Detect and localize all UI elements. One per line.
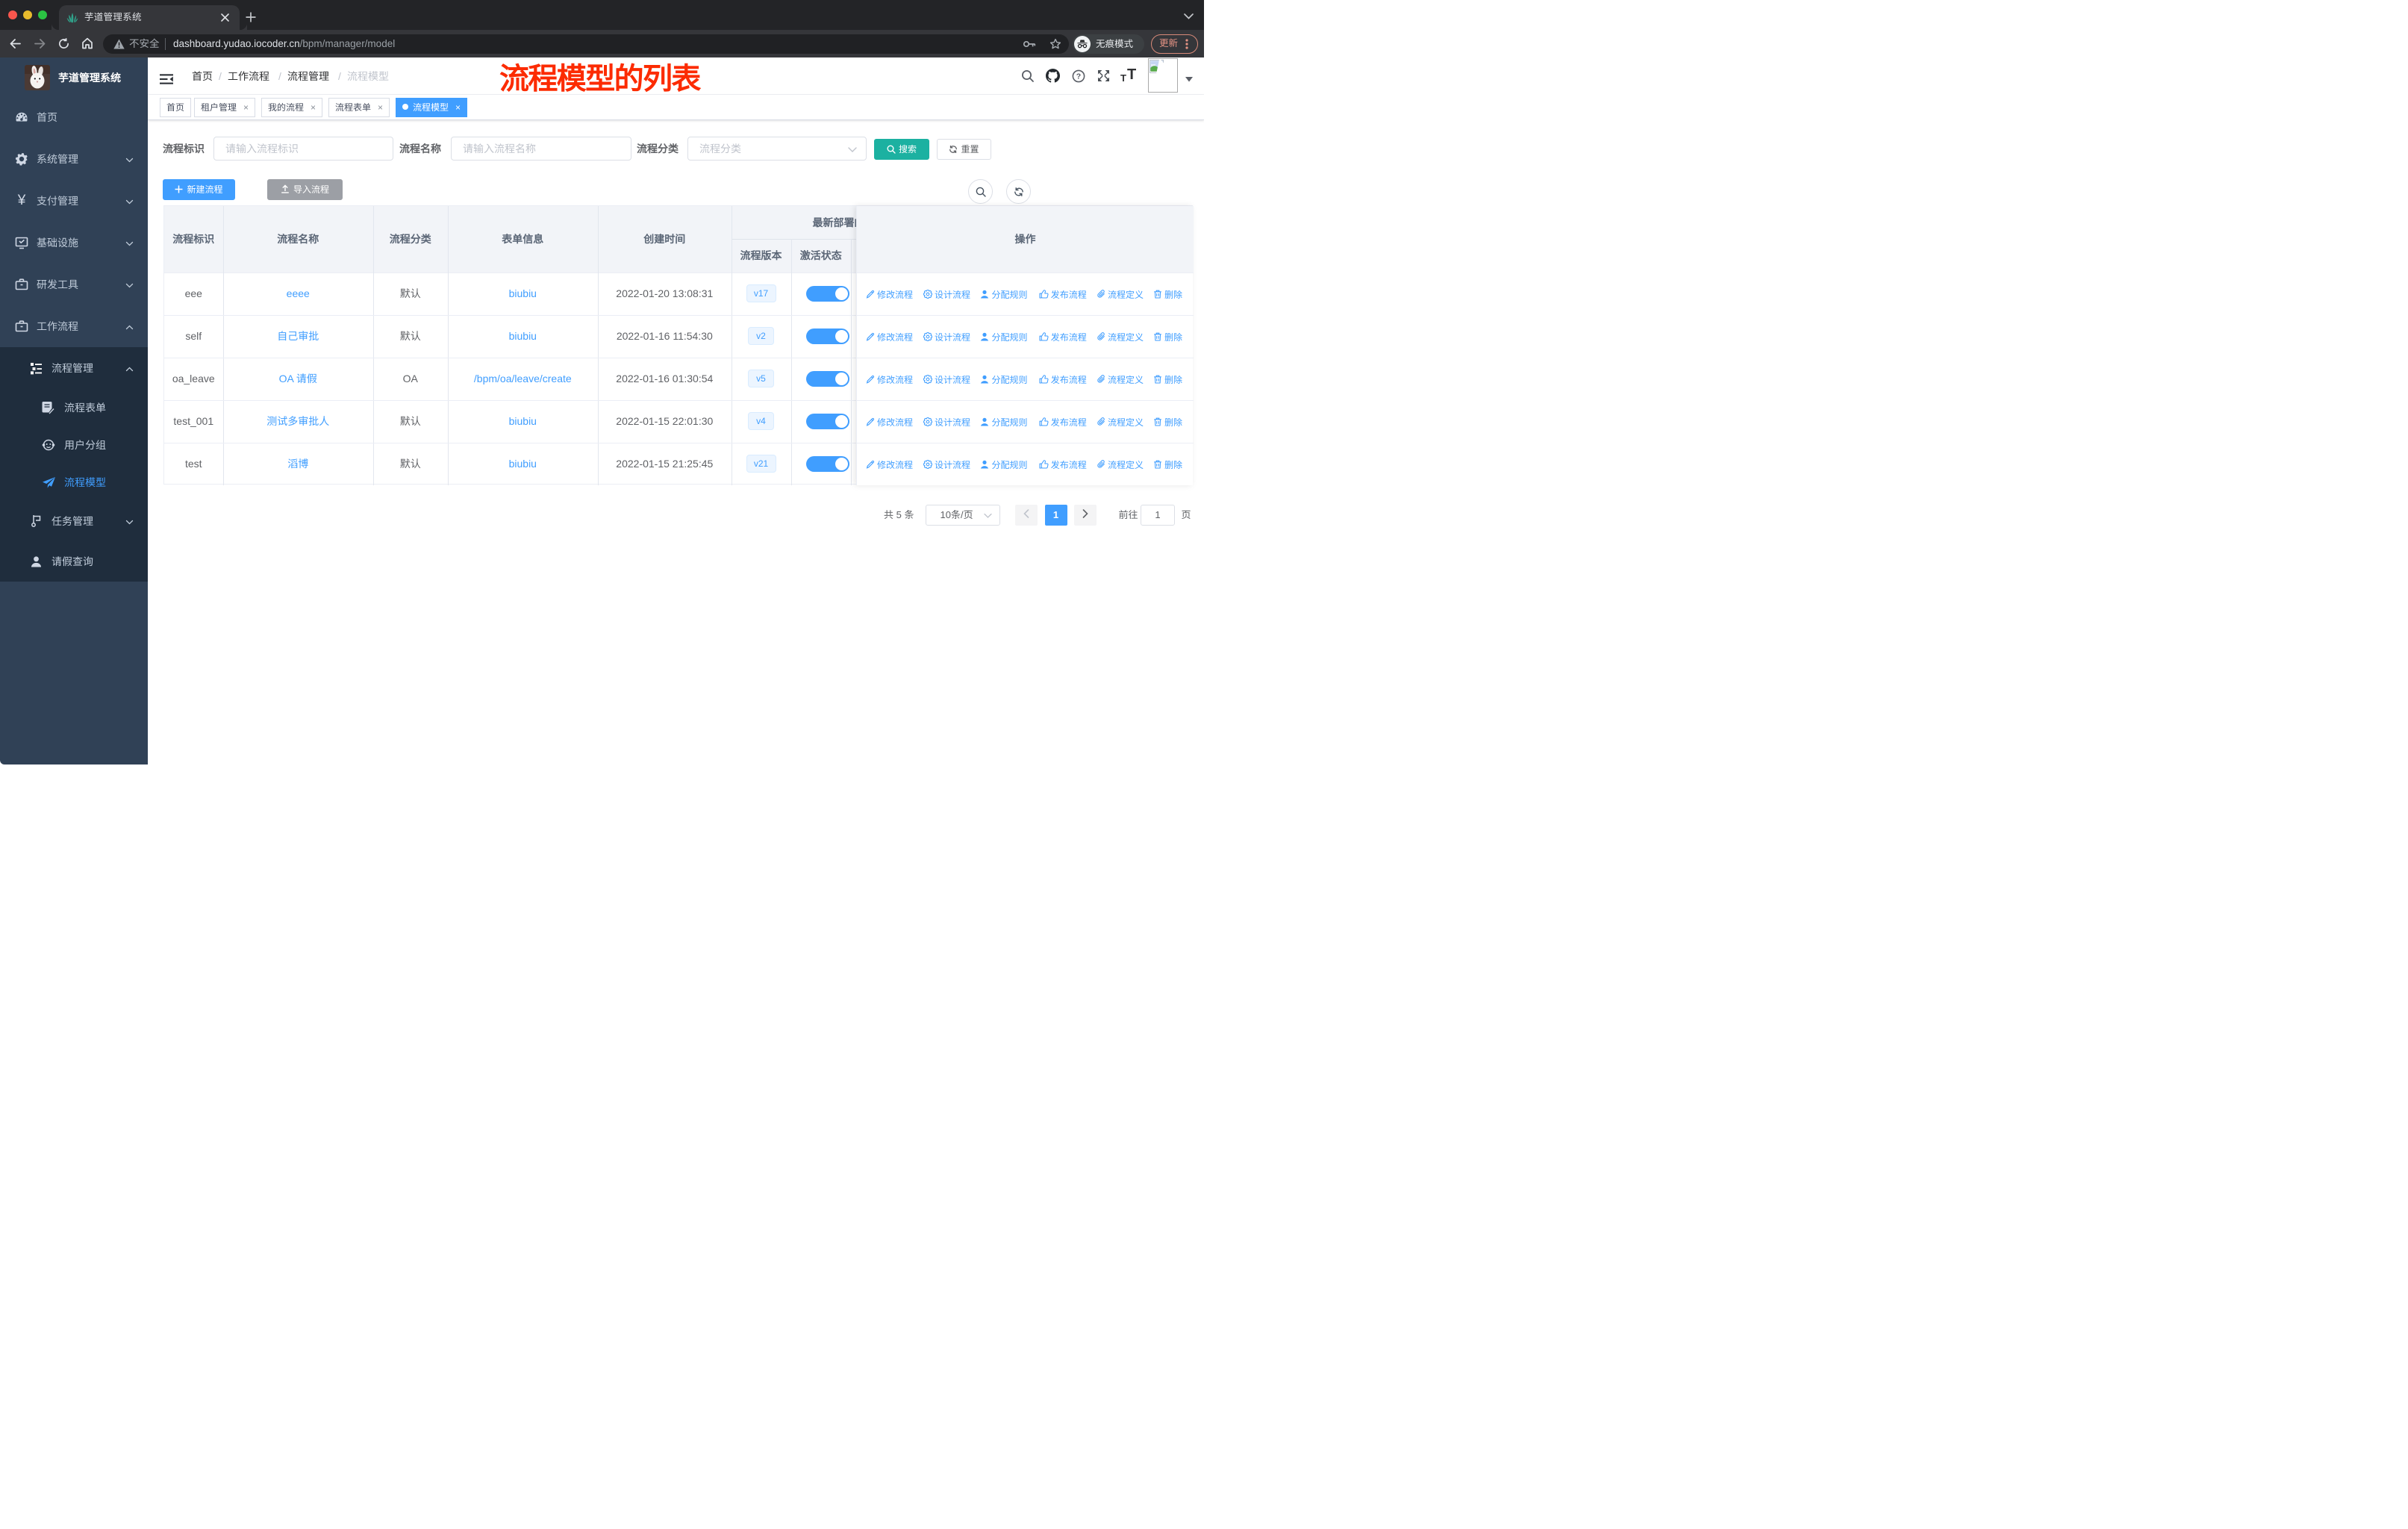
svg-text:?: ?	[1076, 72, 1081, 81]
